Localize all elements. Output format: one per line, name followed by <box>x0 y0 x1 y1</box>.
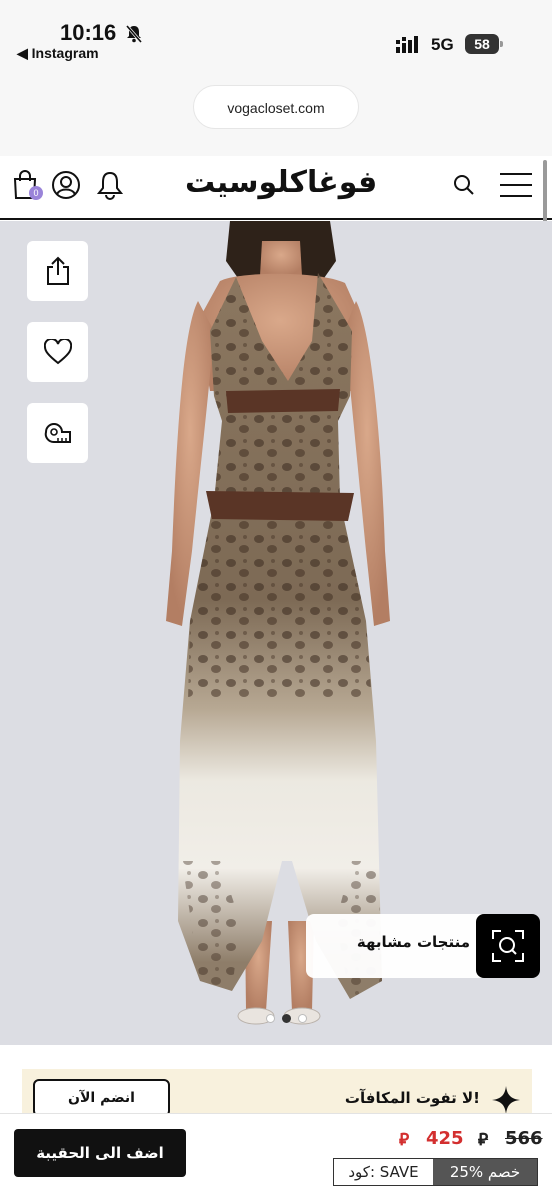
url-field[interactable]: vogacloset.com <box>193 85 359 129</box>
measuring-tape-icon <box>44 423 71 443</box>
battery-icon: 58 <box>465 34 503 54</box>
carousel-dot[interactable] <box>298 1014 307 1023</box>
add-to-bag-button[interactable]: اضف الى الحقيبة <box>14 1129 186 1177</box>
join-now-button[interactable]: انضم الآن <box>33 1079 170 1117</box>
browser-url-bar: vogacloset.com <box>0 70 552 156</box>
original-price: 566 <box>505 1128 543 1149</box>
rewards-text: لا تفوت المكافآت! <box>344 1089 480 1107</box>
coupon-badge[interactable]: كود: SAVE 25% خصم <box>333 1158 538 1186</box>
network-type: 5G <box>431 35 454 54</box>
menu-icon[interactable] <box>498 168 534 202</box>
sale-price: 425 <box>426 1128 464 1149</box>
sale-price-currency: ⃁ <box>399 1130 410 1150</box>
size-guide-button[interactable] <box>27 403 88 463</box>
visual-search-icon <box>492 930 524 962</box>
share-button[interactable] <box>27 241 88 301</box>
carousel-dot-active[interactable] <box>282 1014 291 1023</box>
bell-off-icon <box>125 25 143 43</box>
search-icon[interactable] <box>447 168 481 202</box>
heart-icon <box>43 339 72 365</box>
carousel-dot[interactable] <box>266 1014 275 1023</box>
coupon-code: كود: SAVE <box>334 1159 433 1185</box>
wishlist-button[interactable] <box>27 322 88 382</box>
account-icon[interactable] <box>49 168 83 202</box>
visual-search-button[interactable] <box>476 914 540 978</box>
discount-label: 25% خصم <box>433 1159 537 1185</box>
battery-level: 58 <box>465 34 499 54</box>
status-time: 10:16 <box>60 20 117 45</box>
original-price-currency: ⃁ <box>478 1130 489 1150</box>
status-bar: 10:16 ◀ Instagram 5G 58 <box>0 0 552 70</box>
share-icon <box>46 256 69 285</box>
notifications-bell-icon[interactable] <box>93 168 127 202</box>
brand-logo[interactable]: فوغاكلوسيت <box>185 160 377 210</box>
back-to-instagram[interactable]: ◀ Instagram <box>17 45 99 62</box>
similar-products-label: منتجات مشابهة <box>356 933 470 951</box>
carousel-dots[interactable] <box>266 1014 316 1024</box>
cart-count-badge: 0 <box>29 186 43 200</box>
sparkle-icon <box>492 1086 520 1114</box>
signal-icon <box>396 36 418 53</box>
